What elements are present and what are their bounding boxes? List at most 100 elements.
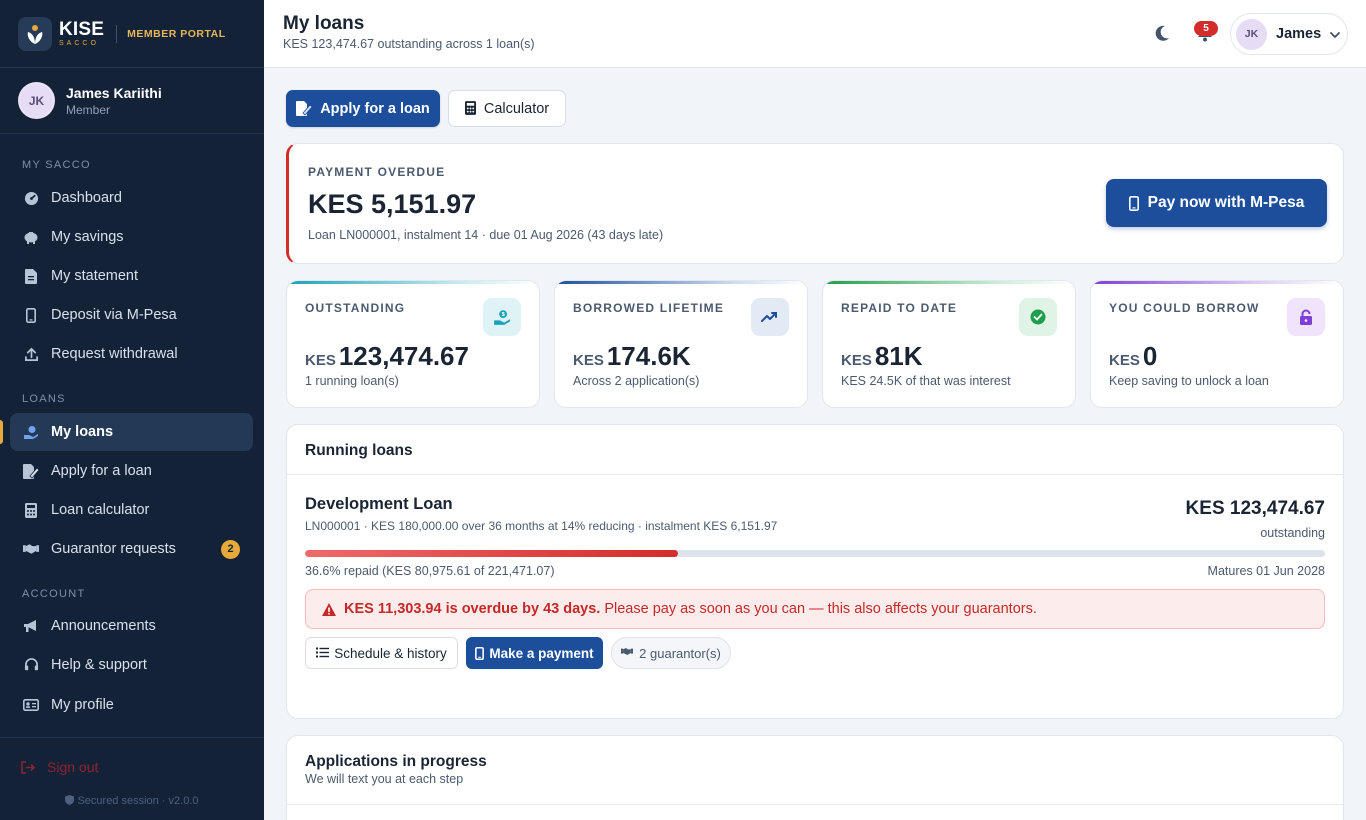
sidebar-item-deposit[interactable]: Deposit via M-Pesa: [10, 296, 253, 334]
document-icon: [23, 268, 39, 284]
sign-out-button[interactable]: Sign out: [21, 759, 98, 775]
apply-for-loan-button[interactable]: Apply for a loan: [286, 90, 440, 127]
sidebar-item-label: My savings: [51, 229, 124, 245]
stat-number: 123,474.67: [338, 341, 469, 371]
nav-section-account: ACCOUNT: [22, 588, 86, 600]
handshake-icon: [621, 647, 634, 660]
running-loans-title: Running loans: [305, 442, 413, 459]
secured-session-note: Secured session · v2.0.0: [0, 795, 264, 808]
guarantors-chip[interactable]: 2 guarantor(s): [611, 637, 731, 669]
stat-value: KES 123,474.67: [305, 341, 469, 372]
make-payment-button[interactable]: Make a payment: [466, 637, 603, 669]
loan-outstanding-label: outstanding: [1260, 526, 1325, 540]
megaphone-icon: [23, 618, 39, 634]
brand-divider: [116, 24, 118, 43]
repayment-progress-fill: [305, 550, 679, 557]
dark-mode-toggle-icon[interactable]: [1151, 22, 1173, 44]
sidebar-item-savings[interactable]: My savings: [10, 218, 253, 256]
mobile-phone-icon: [1128, 195, 1139, 211]
sidebar-item-help[interactable]: Help & support: [10, 646, 253, 684]
overdue-label: PAYMENT OVERDUE: [308, 165, 446, 179]
guarantor-count-badge: 2: [221, 539, 240, 559]
sidebar-item-label: Announcements: [51, 618, 156, 634]
sidebar-item-withdrawal[interactable]: Request withdrawal: [10, 335, 253, 373]
stat-label: OUTSTANDING: [305, 301, 406, 315]
stat-note: Across 2 application(s): [573, 374, 700, 388]
stat-label: BORROWED LIFETIME: [573, 301, 725, 315]
sidebar-item-label: Loan calculator: [51, 502, 150, 518]
calculator-label: Calculator: [483, 100, 550, 117]
stat-currency: KES: [841, 352, 872, 369]
overdue-detail: Loan LN000001, instalment 14 · due 01 Au…: [308, 228, 664, 242]
payment-overdue-card: PAYMENT OVERDUE KES 5,151.97 Loan LN0000…: [286, 143, 1344, 264]
avatar: JK: [1236, 18, 1267, 50]
sidebar-item-guarantor-requests[interactable]: Guarantor requests 2: [10, 530, 253, 568]
hand-money-icon: $: [483, 298, 521, 336]
sidebar-item-label: Apply for a loan: [51, 463, 152, 479]
sidebar-item-statement[interactable]: My statement: [10, 257, 253, 295]
page-subtitle: KES 123,474.67 outstanding across 1 loan…: [283, 37, 535, 51]
guarantors-label: 2 guarantor(s): [639, 645, 721, 661]
stat-accent-line: [287, 281, 539, 284]
stat-note: 1 running loan(s): [305, 374, 399, 388]
sidebar-item-label: Guarantor requests: [51, 541, 176, 557]
sidebar-item-label: Dashboard: [51, 190, 122, 206]
stat-number: 0: [1142, 341, 1158, 371]
handshake-icon: [23, 541, 39, 557]
list-icon: [316, 647, 330, 660]
check-circle-icon: [1019, 298, 1057, 336]
loan-meta: LN000001 · KES 180,000.00 over 36 months…: [305, 519, 778, 533]
applications-in-progress-card: Applications in progress We will text yo…: [286, 735, 1344, 820]
stat-currency: KES: [1109, 352, 1140, 369]
edit-document-icon: [296, 100, 313, 117]
calculator-button[interactable]: Calculator: [448, 90, 566, 127]
sidebar-item-label: Deposit via M-Pesa: [51, 307, 177, 323]
stat-note: KES 24.5K of that was interest: [841, 374, 1011, 388]
stat-currency: KES: [573, 352, 604, 369]
sidebar-item-label: Help & support: [51, 657, 147, 673]
mobile-phone-icon: [23, 307, 39, 323]
stat-card-could-borrow: YOU COULD BORROW KES 0 Keep saving to un…: [1090, 280, 1344, 408]
sacco-logo-icon[interactable]: [18, 16, 52, 51]
upload-icon: [23, 346, 39, 362]
stat-number: 81K: [874, 341, 923, 371]
stat-note: Keep saving to unlock a loan: [1109, 374, 1269, 388]
make-payment-label: Make a payment: [489, 645, 594, 661]
brand-sub: SACCO: [59, 40, 99, 47]
overdue-alert-text: Please pay as soon as you can — this als…: [604, 601, 1037, 617]
applications-title: Applications in progress: [305, 753, 487, 770]
running-loans-card: Running loans Development Loan LN000001 …: [286, 424, 1344, 719]
user-menu-button[interactable]: JK James: [1230, 13, 1348, 55]
active-indicator: [0, 420, 3, 444]
warning-icon: [322, 602, 336, 616]
member-card: JK James Kariithi Member: [0, 68, 264, 134]
sidebar-divider: [0, 737, 264, 738]
sidebar-item-calculator[interactable]: Loan calculator: [10, 491, 253, 529]
loan-name: Development Loan: [305, 495, 453, 513]
stat-card-borrowed-lifetime: BORROWED LIFETIME KES 174.6K Across 2 ap…: [554, 280, 808, 408]
sidebar-item-my-loans[interactable]: My loans: [10, 413, 253, 451]
sidebar: KISE SACCO MEMBER PORTAL JK James Kariit…: [0, 0, 264, 820]
notification-count-badge: 5: [1194, 21, 1218, 36]
piggy-bank-icon: [23, 229, 39, 245]
pay-now-mpesa-button[interactable]: Pay now with M-Pesa: [1106, 179, 1327, 227]
sidebar-item-dashboard[interactable]: Dashboard: [10, 179, 253, 217]
section-divider: [287, 474, 1343, 475]
sidebar-item-profile[interactable]: My profile: [10, 686, 253, 724]
sidebar-item-label: My loans: [51, 424, 114, 440]
stat-accent-line: [555, 281, 807, 284]
brand: KISE SACCO MEMBER PORTAL: [0, 0, 264, 68]
lock-icon: [1287, 298, 1325, 336]
sidebar-item-label: Request withdrawal: [51, 346, 178, 362]
sidebar-item-announcements[interactable]: Announcements: [10, 607, 253, 645]
sign-out-label: Sign out: [47, 759, 99, 775]
member-role: Member: [66, 102, 111, 117]
section-divider: [287, 804, 1343, 805]
schedule-history-button[interactable]: Schedule & history: [305, 637, 458, 669]
calculator-icon: [23, 502, 39, 518]
sidebar-item-apply[interactable]: Apply for a loan: [10, 452, 253, 490]
overdue-alert-amount: KES 11,303.94 is overdue by 43 days.: [344, 601, 601, 617]
pay-now-label: Pay now with M-Pesa: [1147, 194, 1305, 211]
gauge-icon: [23, 190, 39, 206]
chevron-down-icon: [1329, 28, 1341, 40]
